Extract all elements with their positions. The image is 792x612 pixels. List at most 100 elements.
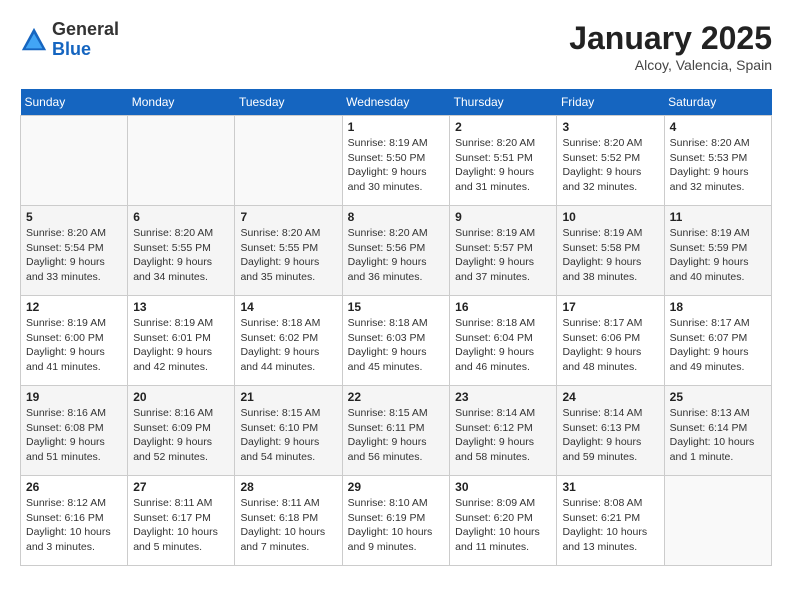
day-info: Sunrise: 8:12 AM Sunset: 6:16 PM Dayligh…: [26, 496, 122, 555]
day-header-monday: Monday: [128, 89, 235, 116]
day-number: 1: [348, 120, 444, 134]
day-info: Sunrise: 8:08 AM Sunset: 6:21 PM Dayligh…: [562, 496, 658, 555]
day-number: 15: [348, 300, 444, 314]
calendar-cell: [664, 476, 771, 566]
day-header-thursday: Thursday: [450, 89, 557, 116]
week-row-1: 1 Sunrise: 8:19 AM Sunset: 5:50 PM Daylig…: [21, 116, 772, 206]
calendar-cell: 14Sunrise: 8:18 AM Sunset: 6:02 PM Dayli…: [235, 296, 342, 386]
month-title: January 2025: [569, 20, 772, 57]
day-number: 8: [348, 210, 444, 224]
day-info: Sunrise: 8:16 AM Sunset: 6:09 PM Dayligh…: [133, 406, 229, 465]
day-header-tuesday: Tuesday: [235, 89, 342, 116]
calendar-cell: 10 Sunrise: 8:19 AM Sunset: 5:58 PM Dayli…: [557, 206, 664, 296]
calendar-cell: 8 Sunrise: 8:20 AM Sunset: 5:56 PM Daylig…: [342, 206, 449, 296]
day-info: Sunrise: 8:18 AM Sunset: 6:03 PM Dayligh…: [348, 316, 444, 375]
day-info: Sunrise: 8:17 AM Sunset: 6:07 PM Dayligh…: [670, 316, 766, 375]
day-number: 25: [670, 390, 766, 404]
calendar-cell: 27 Sunrise: 8:11 AM Sunset: 6:17 PM Dayli…: [128, 476, 235, 566]
day-number: 21: [240, 390, 336, 404]
day-info: Sunrise: 8:13 AM Sunset: 6:14 PM Dayligh…: [670, 406, 766, 465]
day-info: Sunrise: 8:15 AM Sunset: 6:11 PM Dayligh…: [348, 406, 444, 465]
day-info: Sunrise: 8:15 AM Sunset: 6:10 PM Dayligh…: [240, 406, 336, 465]
day-number: 12: [26, 300, 122, 314]
day-number: 31: [562, 480, 658, 494]
calendar-cell: 19Sunrise: 8:16 AM Sunset: 6:08 PM Dayli…: [21, 386, 128, 476]
day-info: Sunrise: 8:19 AM Sunset: 6:01 PM Dayligh…: [133, 316, 229, 375]
calendar-cell: 24 Sunrise: 8:14 AM Sunset: 6:13 PM Dayli…: [557, 386, 664, 476]
day-header-sunday: Sunday: [21, 89, 128, 116]
logo: General Blue: [20, 20, 119, 60]
day-info: Sunrise: 8:20 AM Sunset: 5:55 PM Dayligh…: [240, 226, 336, 285]
day-info: Sunrise: 8:14 AM Sunset: 6:12 PM Dayligh…: [455, 406, 551, 465]
day-info: Sunrise: 8:14 AM Sunset: 6:13 PM Dayligh…: [562, 406, 658, 465]
day-number: 22: [348, 390, 444, 404]
day-number: 20: [133, 390, 229, 404]
location-subtitle: Alcoy, Valencia, Spain: [569, 57, 772, 73]
day-info: Sunrise: 8:09 AM Sunset: 6:20 PM Dayligh…: [455, 496, 551, 555]
day-number: 2: [455, 120, 551, 134]
calendar-cell: 5 Sunrise: 8:20 AM Sunset: 5:54 PM Daylig…: [21, 206, 128, 296]
calendar-cell: 25 Sunrise: 8:13 AM Sunset: 6:14 PM Dayli…: [664, 386, 771, 476]
day-info: Sunrise: 8:19 AM Sunset: 5:57 PM Dayligh…: [455, 226, 551, 285]
day-info: Sunrise: 8:20 AM Sunset: 5:56 PM Dayligh…: [348, 226, 444, 285]
calendar-cell: 26 Sunrise: 8:12 AM Sunset: 6:16 PM Dayli…: [21, 476, 128, 566]
calendar-cell: 12 Sunrise: 8:19 AM Sunset: 6:00 PM Dayli…: [21, 296, 128, 386]
day-number: 24: [562, 390, 658, 404]
day-info: Sunrise: 8:20 AM Sunset: 5:55 PM Dayligh…: [133, 226, 229, 285]
calendar-table: SundayMondayTuesdayWednesdayThursdayFrid…: [20, 89, 772, 566]
calendar-cell: 13 Sunrise: 8:19 AM Sunset: 6:01 PM Dayli…: [128, 296, 235, 386]
day-number: 9: [455, 210, 551, 224]
page-header: General Blue January 2025 Alcoy, Valenci…: [20, 20, 772, 73]
calendar-cell: 6 Sunrise: 8:20 AM Sunset: 5:55 PM Daylig…: [128, 206, 235, 296]
day-info: Sunrise: 8:17 AM Sunset: 6:06 PM Dayligh…: [562, 316, 658, 375]
calendar-cell: 23 Sunrise: 8:14 AM Sunset: 6:12 PM Dayli…: [450, 386, 557, 476]
calendar-cell: 21 Sunrise: 8:15 AM Sunset: 6:10 PM Dayli…: [235, 386, 342, 476]
day-number: 14: [240, 300, 336, 314]
day-info: Sunrise: 8:20 AM Sunset: 5:52 PM Dayligh…: [562, 136, 658, 195]
day-number: 29: [348, 480, 444, 494]
day-number: 17: [562, 300, 658, 314]
week-row-3: 12 Sunrise: 8:19 AM Sunset: 6:00 PM Dayli…: [21, 296, 772, 386]
week-row-4: 19Sunrise: 8:16 AM Sunset: 6:08 PM Dayli…: [21, 386, 772, 476]
day-info: Sunrise: 8:19 AM Sunset: 5:58 PM Dayligh…: [562, 226, 658, 285]
day-number: 26: [26, 480, 122, 494]
day-info: Sunrise: 8:19 AM Sunset: 6:00 PM Dayligh…: [26, 316, 122, 375]
calendar-cell: 29 Sunrise: 8:10 AM Sunset: 6:19 PM Dayli…: [342, 476, 449, 566]
day-info: Sunrise: 8:20 AM Sunset: 5:54 PM Dayligh…: [26, 226, 122, 285]
calendar-cell: 16Sunrise: 8:18 AM Sunset: 6:04 PM Dayli…: [450, 296, 557, 386]
day-number: 23: [455, 390, 551, 404]
day-number: 27: [133, 480, 229, 494]
calendar-cell: 30 Sunrise: 8:09 AM Sunset: 6:20 PM Dayli…: [450, 476, 557, 566]
calendar-cell: 1 Sunrise: 8:19 AM Sunset: 5:50 PM Daylig…: [342, 116, 449, 206]
calendar-header-row: SundayMondayTuesdayWednesdayThursdayFrid…: [21, 89, 772, 116]
calendar-cell: [21, 116, 128, 206]
day-info: Sunrise: 8:10 AM Sunset: 6:19 PM Dayligh…: [348, 496, 444, 555]
day-number: 18: [670, 300, 766, 314]
day-number: 13: [133, 300, 229, 314]
calendar-cell: 31 Sunrise: 8:08 AM Sunset: 6:21 PM Dayli…: [557, 476, 664, 566]
calendar-cell: [128, 116, 235, 206]
day-number: 16: [455, 300, 551, 314]
calendar-cell: 15 Sunrise: 8:18 AM Sunset: 6:03 PM Dayli…: [342, 296, 449, 386]
day-info: Sunrise: 8:19 AM Sunset: 5:50 PM Dayligh…: [348, 136, 444, 195]
calendar-cell: 9 Sunrise: 8:19 AM Sunset: 5:57 PM Daylig…: [450, 206, 557, 296]
calendar-cell: 22 Sunrise: 8:15 AM Sunset: 6:11 PM Dayli…: [342, 386, 449, 476]
day-number: 10: [562, 210, 658, 224]
day-info: Sunrise: 8:16 AM Sunset: 6:08 PM Dayligh…: [26, 406, 122, 465]
day-number: 28: [240, 480, 336, 494]
day-number: 5: [26, 210, 122, 224]
calendar-cell: 18 Sunrise: 8:17 AM Sunset: 6:07 PM Dayli…: [664, 296, 771, 386]
calendar-cell: 4Sunrise: 8:20 AM Sunset: 5:53 PM Daylig…: [664, 116, 771, 206]
calendar-cell: 17 Sunrise: 8:17 AM Sunset: 6:06 PM Dayli…: [557, 296, 664, 386]
day-info: Sunrise: 8:11 AM Sunset: 6:18 PM Dayligh…: [240, 496, 336, 555]
day-number: 30: [455, 480, 551, 494]
day-header-friday: Friday: [557, 89, 664, 116]
day-info: Sunrise: 8:11 AM Sunset: 6:17 PM Dayligh…: [133, 496, 229, 555]
day-info: Sunrise: 8:19 AM Sunset: 5:59 PM Dayligh…: [670, 226, 766, 285]
title-block: January 2025 Alcoy, Valencia, Spain: [569, 20, 772, 73]
day-number: 6: [133, 210, 229, 224]
calendar-cell: 11Sunrise: 8:19 AM Sunset: 5:59 PM Dayli…: [664, 206, 771, 296]
calendar-cell: 7 Sunrise: 8:20 AM Sunset: 5:55 PM Daylig…: [235, 206, 342, 296]
day-number: 7: [240, 210, 336, 224]
calendar-cell: [235, 116, 342, 206]
